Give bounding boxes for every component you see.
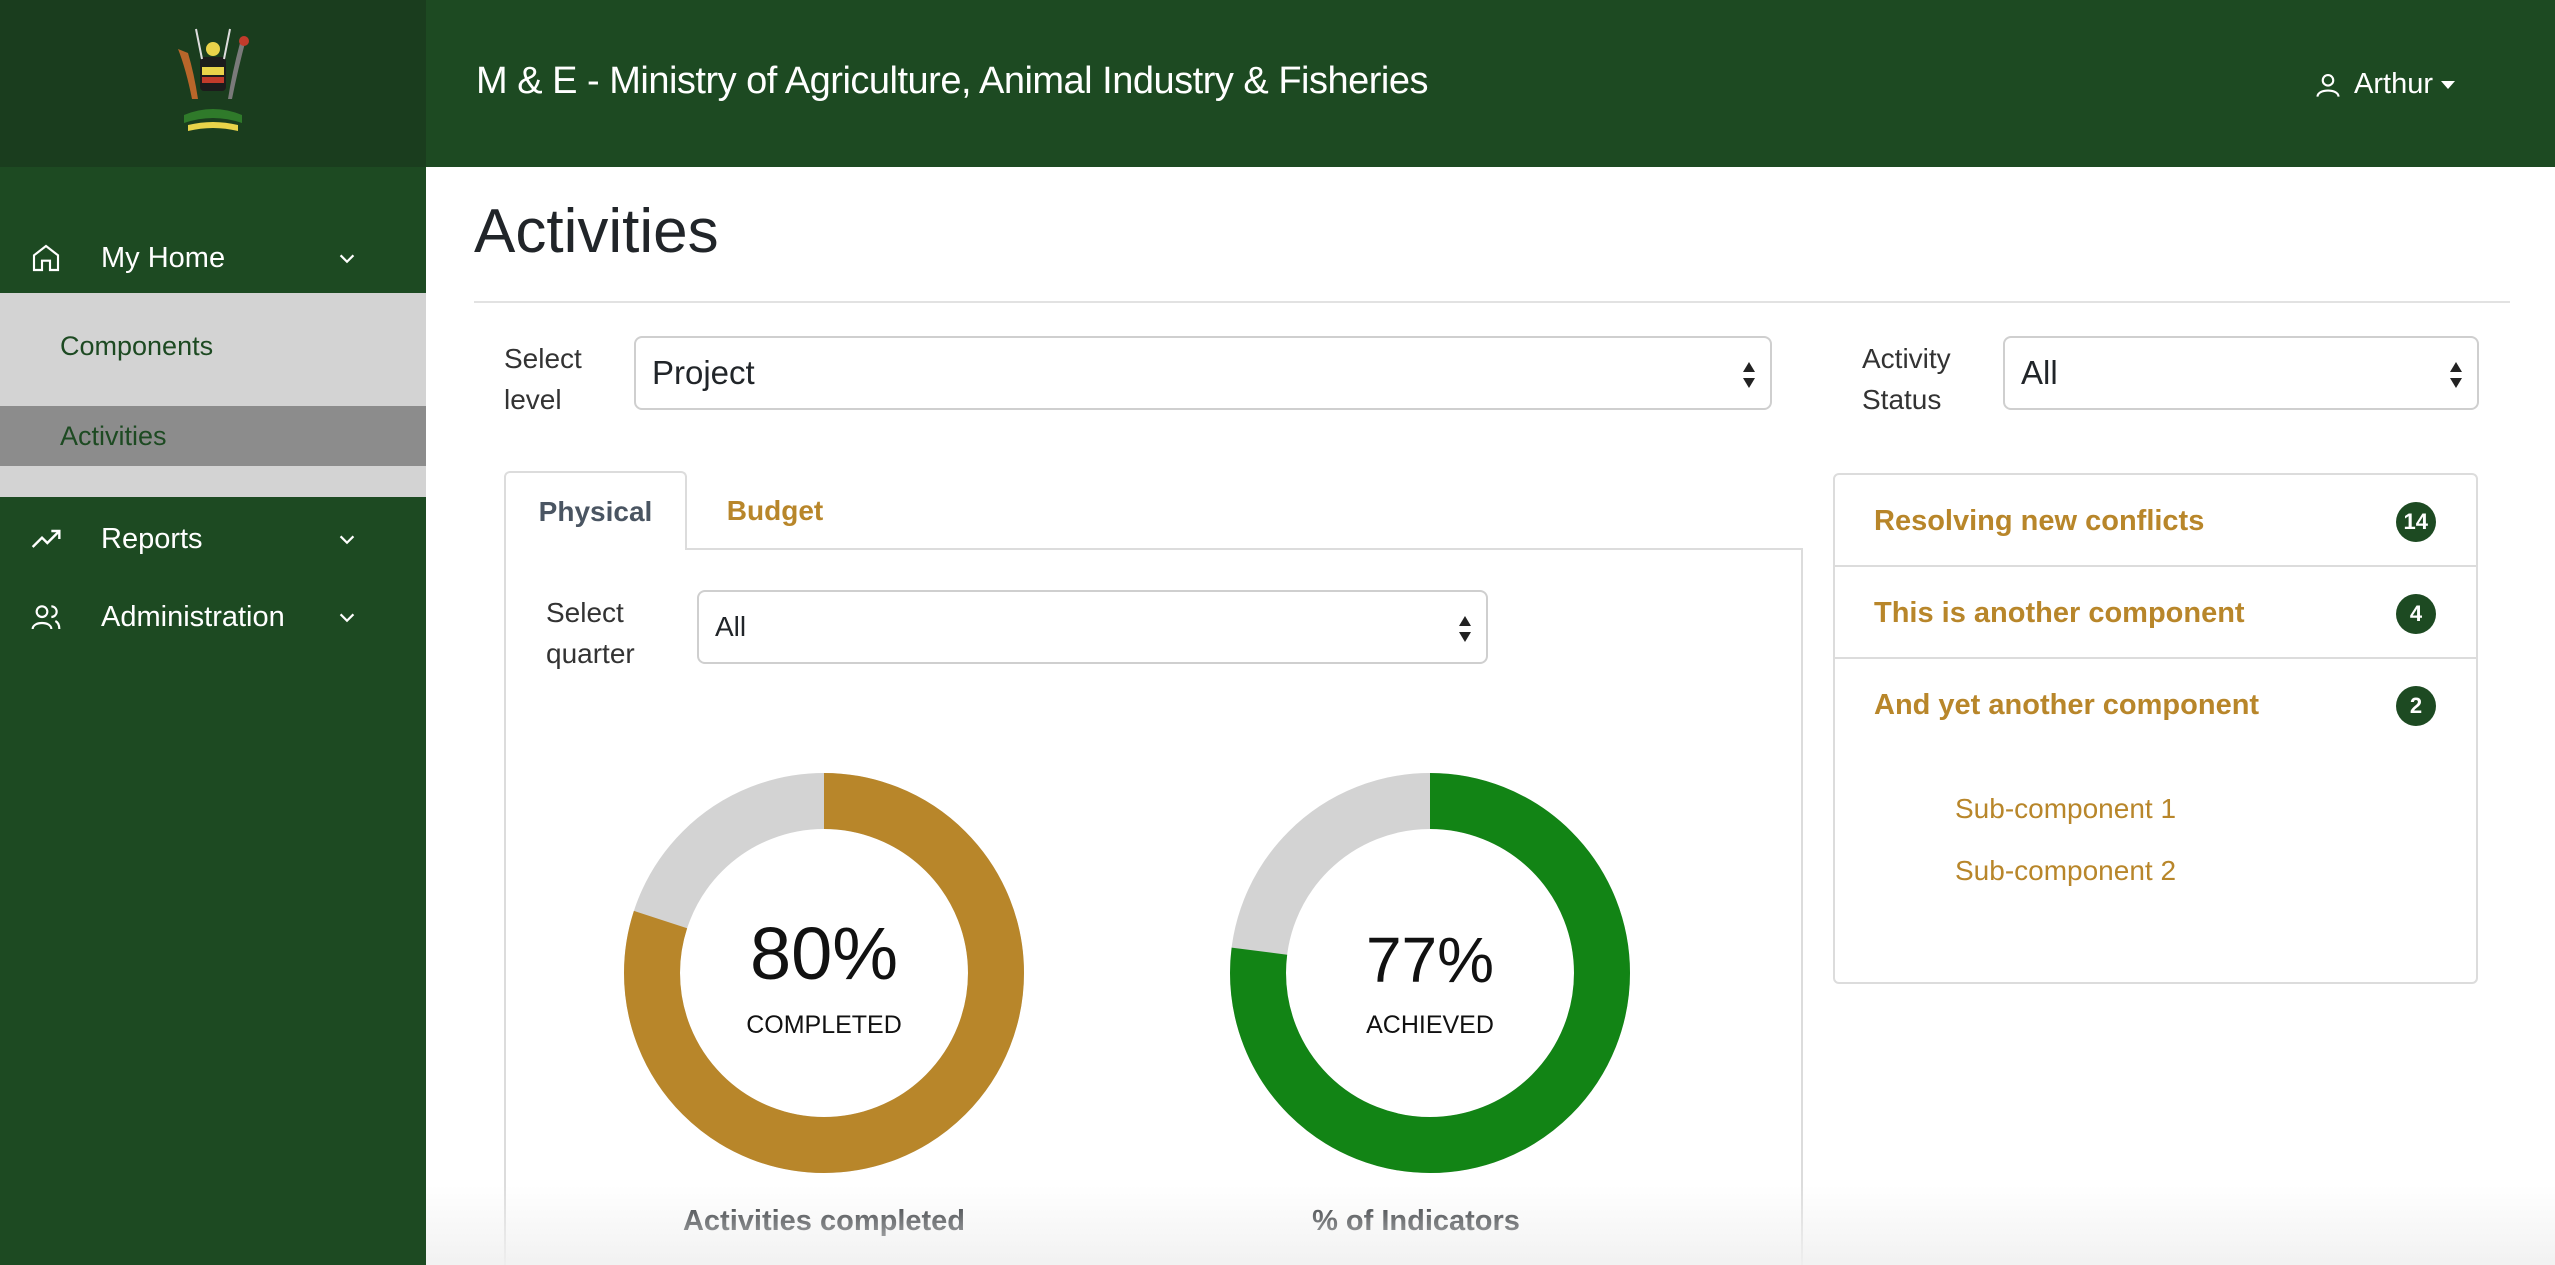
activity-status-label: Activity Status [1862, 338, 1951, 420]
label-line: Select [546, 597, 624, 628]
indicators-achieved-chart: 77% ACHIEVED [1230, 773, 1630, 1173]
caret-down-icon [2441, 80, 2455, 89]
page-title: Activities [474, 197, 719, 266]
sidebar-item-label: Administration [101, 600, 285, 633]
select-arrows-icon [1459, 616, 1471, 642]
donut-center-label: COMPLETED [746, 1011, 902, 1039]
count-badge: 14 [2395, 502, 2436, 542]
tab-budget[interactable]: Budget [700, 471, 850, 550]
sidebar-item-my-home[interactable]: My Home [0, 228, 426, 288]
level-select-value: Project [652, 354, 755, 391]
donut-center-label: ACHIEVED [1366, 1011, 1494, 1039]
count-badge: 4 [2396, 594, 2436, 634]
sidebar-subitem-activities[interactable]: Activities [0, 406, 426, 466]
subcomponent-link[interactable]: Sub-component 1 [1955, 793, 2176, 825]
user-name: Arthur [2354, 68, 2433, 100]
component-label: This is another component [1874, 597, 2245, 629]
donut-center-value: 80% [749, 912, 899, 995]
quarter-select-value: All [715, 611, 747, 642]
sidebar-subitem-label: Activities [60, 420, 167, 451]
select-arrows-icon [1743, 362, 1755, 388]
top-header: M & E - Ministry of Agriculture, Animal … [426, 0, 2555, 167]
trending-up-icon [31, 529, 61, 548]
label-line: level [504, 384, 562, 415]
select-quarter-label: Select quarter [546, 592, 635, 674]
sidebar: My Home Components Activities Reports Ad… [0, 0, 426, 1265]
home-icon [32, 244, 60, 272]
chart-caption: Activities completed [682, 1205, 966, 1237]
component-list: Resolving new conflicts 14 This is anoth… [1833, 473, 2478, 984]
chevron-down-icon [339, 254, 355, 264]
select-arrows-icon [2450, 362, 2462, 388]
chart-caption: % of Indicators [1312, 1205, 1520, 1237]
component-item-expanded[interactable]: And yet another component 2 [1835, 659, 2476, 751]
status-select-value: All [2021, 354, 2058, 391]
title-divider [474, 301, 2510, 303]
subcomponent-link[interactable]: Sub-component 2 [1955, 855, 2176, 887]
logo-area [0, 0, 426, 167]
component-item[interactable]: Resolving new conflicts 14 [1835, 475, 2476, 567]
label-line: Select [504, 343, 582, 374]
sidebar-item-reports[interactable]: Reports [0, 509, 426, 569]
sidebar-item-administration[interactable]: Administration [0, 587, 426, 647]
user-icon [2316, 73, 2340, 97]
users-icon [31, 605, 61, 630]
sidebar-subitem-components[interactable]: Components [0, 306, 426, 386]
component-item[interactable]: This is another component 4 [1835, 567, 2476, 659]
chevron-down-icon [339, 535, 355, 545]
level-select[interactable]: Project [634, 336, 1772, 410]
sidebar-item-label: Reports [101, 522, 203, 555]
label-line: Activity [1862, 343, 1951, 374]
count-badge: 2 [2396, 686, 2436, 726]
tab-panel-physical: Select quarter All 80% COMPLETED Activit… [504, 548, 1803, 1265]
component-label: And yet another component [1874, 689, 2260, 721]
sidebar-item-label: My Home [101, 241, 226, 274]
chevron-down-icon [339, 613, 355, 623]
select-level-label: Select level [504, 338, 582, 420]
quarter-select[interactable]: All [697, 590, 1488, 664]
app-title: M & E - Ministry of Agriculture, Animal … [476, 60, 1428, 102]
coat-of-arms-logo [178, 28, 249, 131]
activities-completed-chart: 80% COMPLETED [624, 773, 1024, 1173]
label-line: quarter [546, 638, 635, 669]
component-label: Resolving new conflicts [1874, 505, 2205, 537]
activity-status-select[interactable]: All [2003, 336, 2479, 410]
tab-physical[interactable]: Physical [504, 471, 687, 550]
donut-center-value: 77% [1365, 924, 1495, 996]
user-menu-dropdown[interactable]: Arthur [2314, 68, 2455, 101]
label-line: Status [1862, 384, 1942, 415]
sidebar-subpanel: Components Activities [0, 293, 426, 497]
sidebar-subitem-label: Components [60, 330, 214, 361]
